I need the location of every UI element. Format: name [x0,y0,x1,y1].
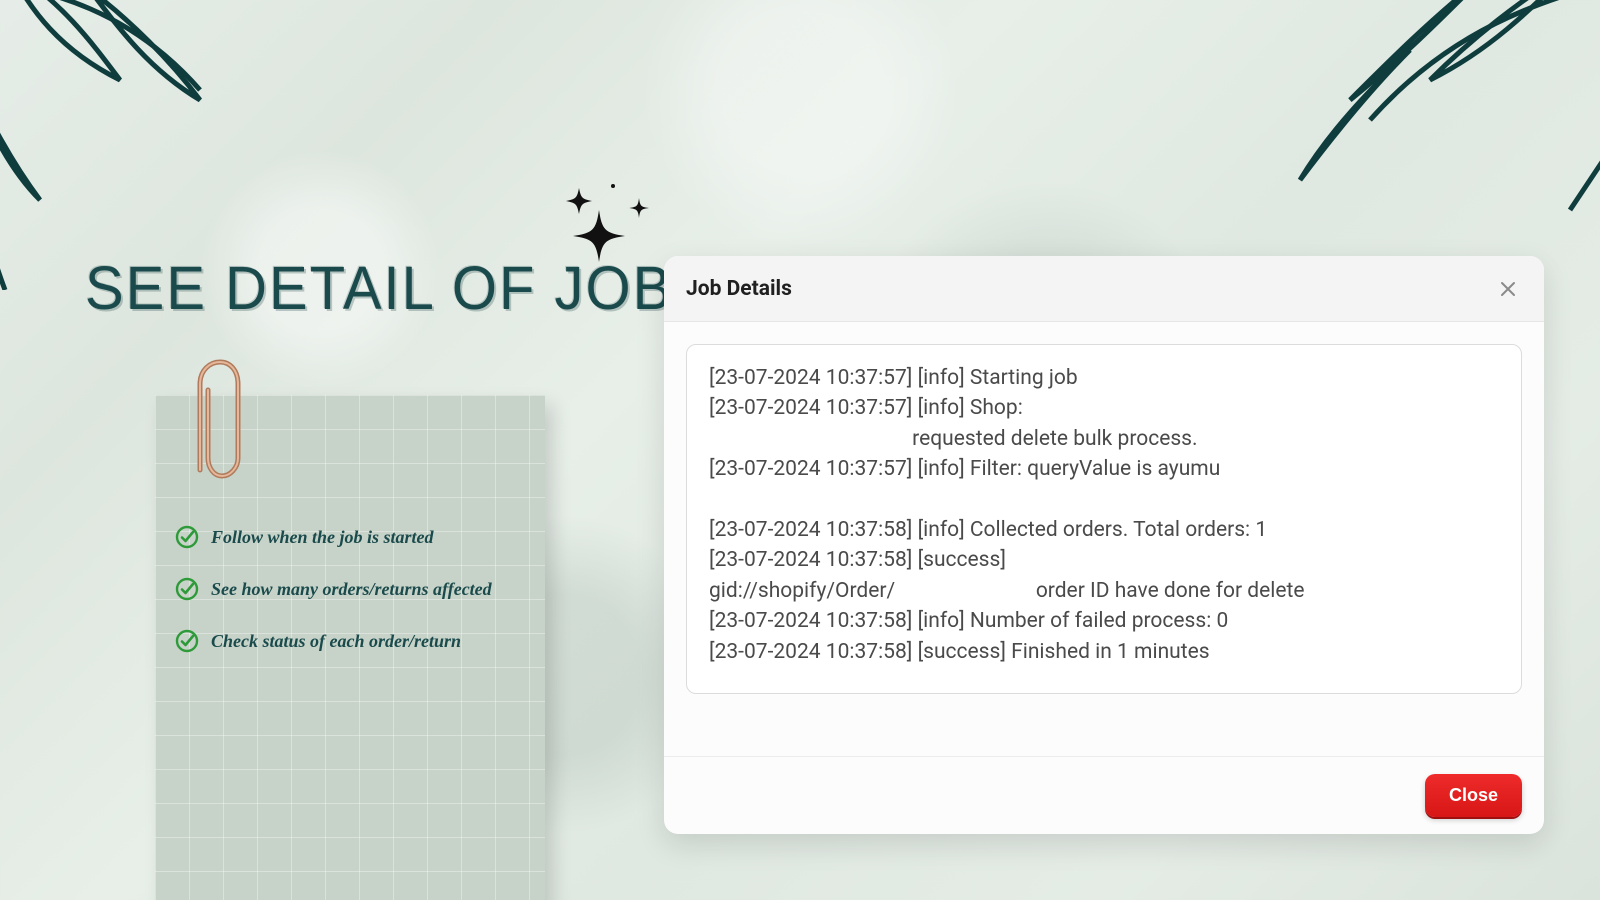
checklist-item: See how many orders/returns affected [175,577,535,601]
page-headline: SEE DETAIL OF JOB [85,253,673,323]
log-blank-line [709,485,1499,515]
checklist-item-label: Follow when the job is started [211,527,434,548]
checklist-item: Follow when the job is started [175,525,535,549]
paperclip-icon [180,350,250,490]
checklist: Follow when the job is started See how m… [175,525,535,653]
log-line: [23-07-2024 10:37:58] [success] Finished… [709,637,1499,667]
log-line: [23-07-2024 10:37:58] [info] Number of f… [709,606,1499,636]
log-line: [23-07-2024 10:37:57] [info] Shop: [709,393,1499,423]
log-line: requested delete bulk process. [709,424,1499,454]
close-button[interactable]: Close [1425,774,1522,817]
leaf-decoration-top-right [1290,0,1600,290]
checklist-item-label: See how many orders/returns affected [211,579,492,600]
log-line: [23-07-2024 10:37:57] [info] Filter: que… [709,454,1499,484]
job-log: [23-07-2024 10:37:57] [info] Starting jo… [686,344,1522,694]
job-details-modal: Job Details [23-07-2024 10:37:57] [info]… [664,256,1544,834]
close-icon[interactable] [1494,275,1522,303]
log-line: [23-07-2024 10:37:58] [info] Collected o… [709,515,1499,545]
checklist-item-label: Check status of each order/return [211,631,461,652]
check-circle-icon [175,629,199,653]
log-line: [23-07-2024 10:37:58] [success] [709,545,1499,575]
log-line: [23-07-2024 10:37:57] [info] Starting jo… [709,363,1499,393]
checklist-item: Check status of each order/return [175,629,535,653]
modal-footer: Close [664,756,1544,834]
check-circle-icon [175,577,199,601]
modal-header: Job Details [664,256,1544,322]
log-line: gid://shopify/Order/ order ID have done … [709,576,1499,606]
leaf-decoration-top-left [0,0,290,290]
modal-title: Job Details [686,277,792,301]
modal-body: [23-07-2024 10:37:57] [info] Starting jo… [664,322,1544,756]
check-circle-icon [175,525,199,549]
